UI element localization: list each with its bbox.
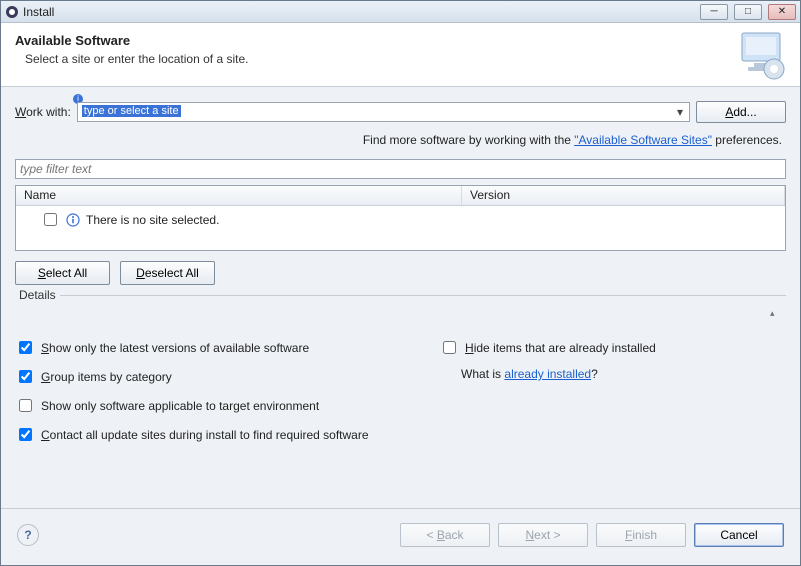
next-button: Next > [498,523,588,547]
titlebar: Install ─ □ ✕ [1,1,800,23]
software-table: Name Version There is no site selected. [15,185,786,251]
info-icon [66,213,80,227]
opt-show-latest-checkbox[interactable] [19,341,32,354]
find-more-suffix: preferences. [712,133,782,147]
column-name[interactable]: Name [16,186,462,205]
cancel-button[interactable]: Cancel [694,523,784,547]
find-more-hint: Find more software by working with the "… [15,129,786,153]
help-icon[interactable]: ? [17,524,39,546]
install-wizard-icon [732,29,788,81]
install-dialog: Install ─ □ ✕ Available Software Select … [0,0,801,566]
minimize-button[interactable]: ─ [700,4,728,20]
finish-button: Finish [596,523,686,547]
add-button[interactable]: AAdd...dd... [696,101,786,123]
column-version[interactable]: Version [462,186,785,205]
select-all-button[interactable]: Select All [15,261,110,285]
deselect-all-button[interactable]: Deselect All [120,261,215,285]
opt-group-category[interactable]: Group items by category [15,367,439,386]
table-row: There is no site selected. [22,210,779,229]
footer-bar: ? < Back Next > Finish Cancel [1,508,800,565]
opt-target-env[interactable]: Show only software applicable to target … [15,396,439,415]
opt-hide-installed[interactable]: Hide items that are already installed [439,338,786,357]
filter-input[interactable] [15,159,786,179]
details-body: ▴ [15,312,786,328]
opt-show-latest[interactable]: Show only the latest versions of availab… [15,338,439,357]
empty-message: There is no site selected. [86,213,219,227]
table-header: Name Version [16,186,785,206]
available-sites-link[interactable]: "Available Software Sites" [574,133,712,147]
close-button[interactable]: ✕ [768,4,796,20]
work-with-row: i Work with: type or select a site ▾ AAd… [15,101,786,123]
work-with-combo[interactable]: type or select a site ▾ [77,102,690,122]
maximize-button[interactable]: □ [734,4,762,20]
already-installed-link[interactable]: already installed [504,367,591,381]
details-label: Details [15,288,60,302]
opt-contact-sites-checkbox[interactable] [19,428,32,441]
app-icon [5,5,19,19]
row-checkbox[interactable] [44,213,57,226]
work-with-input[interactable] [77,102,690,122]
find-more-prefix: Find more software by working with the [363,133,574,147]
opt-contact-sites[interactable]: Contact all update sites during install … [15,425,786,444]
scroll-up-icon[interactable]: ▴ [770,308,782,320]
options-grid: Show only the latest versions of availab… [15,338,786,444]
details-group: Details ▴ [15,295,786,328]
window-title: Install [23,5,54,19]
page-subtitle: Select a site or enter the location of a… [25,52,786,66]
chevron-down-icon[interactable]: ▾ [673,105,687,119]
selection-buttons: Select All Deselect All [15,261,786,285]
work-with-label: Work with: [15,105,71,119]
opt-group-category-checkbox[interactable] [19,370,32,383]
header-panel: Available Software Select a site or ente… [1,23,800,87]
page-title: Available Software [15,33,786,48]
what-is-installed: What is already installed? [461,367,786,386]
content-area: i Work with: type or select a site ▾ AAd… [1,87,800,508]
opt-target-env-checkbox[interactable] [19,399,32,412]
back-button: < Back [400,523,490,547]
opt-hide-installed-checkbox[interactable] [443,341,456,354]
table-body: There is no site selected. [16,206,785,250]
